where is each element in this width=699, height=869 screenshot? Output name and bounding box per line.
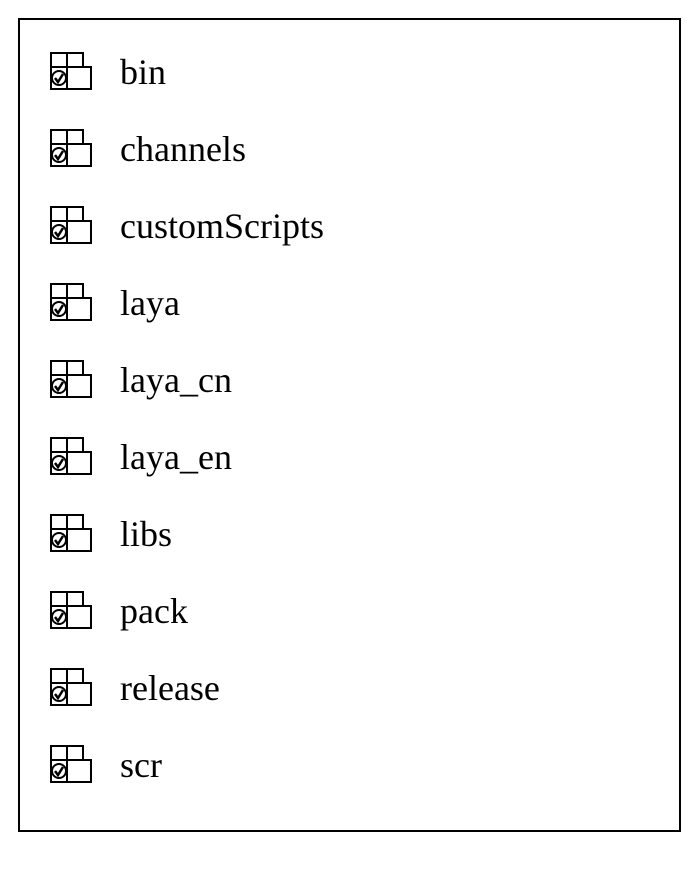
folder-icon <box>50 437 94 477</box>
folder-item-bin[interactable]: bin <box>50 50 649 94</box>
folder-label: channels <box>120 131 246 167</box>
folder-label: laya_cn <box>120 362 232 398</box>
folder-label: customScripts <box>120 208 324 244</box>
folder-label: laya_en <box>120 439 232 475</box>
folder-panel: bin channels <box>18 18 681 832</box>
folder-icon <box>50 514 94 554</box>
folder-item-laya[interactable]: laya <box>50 281 649 325</box>
folder-label: release <box>120 670 220 706</box>
folder-icon <box>50 360 94 400</box>
folder-label: scr <box>120 747 162 783</box>
folder-item-libs[interactable]: libs <box>50 512 649 556</box>
folder-icon <box>50 206 94 246</box>
folder-icon <box>50 52 94 92</box>
folder-icon <box>50 283 94 323</box>
folder-label: libs <box>120 516 172 552</box>
folder-item-laya-cn[interactable]: laya_cn <box>50 358 649 402</box>
folder-label: bin <box>120 54 166 90</box>
folder-icon <box>50 745 94 785</box>
folder-item-customscripts[interactable]: customScripts <box>50 204 649 248</box>
folder-item-channels[interactable]: channels <box>50 127 649 171</box>
folder-icon <box>50 668 94 708</box>
folder-item-scr[interactable]: scr <box>50 743 649 787</box>
folder-icon <box>50 129 94 169</box>
folder-label: laya <box>120 285 180 321</box>
folder-icon <box>50 591 94 631</box>
folder-item-release[interactable]: release <box>50 666 649 710</box>
folder-item-laya-en[interactable]: laya_en <box>50 435 649 479</box>
folder-label: pack <box>120 593 188 629</box>
folder-item-pack[interactable]: pack <box>50 589 649 633</box>
folder-list: bin channels <box>50 50 649 787</box>
